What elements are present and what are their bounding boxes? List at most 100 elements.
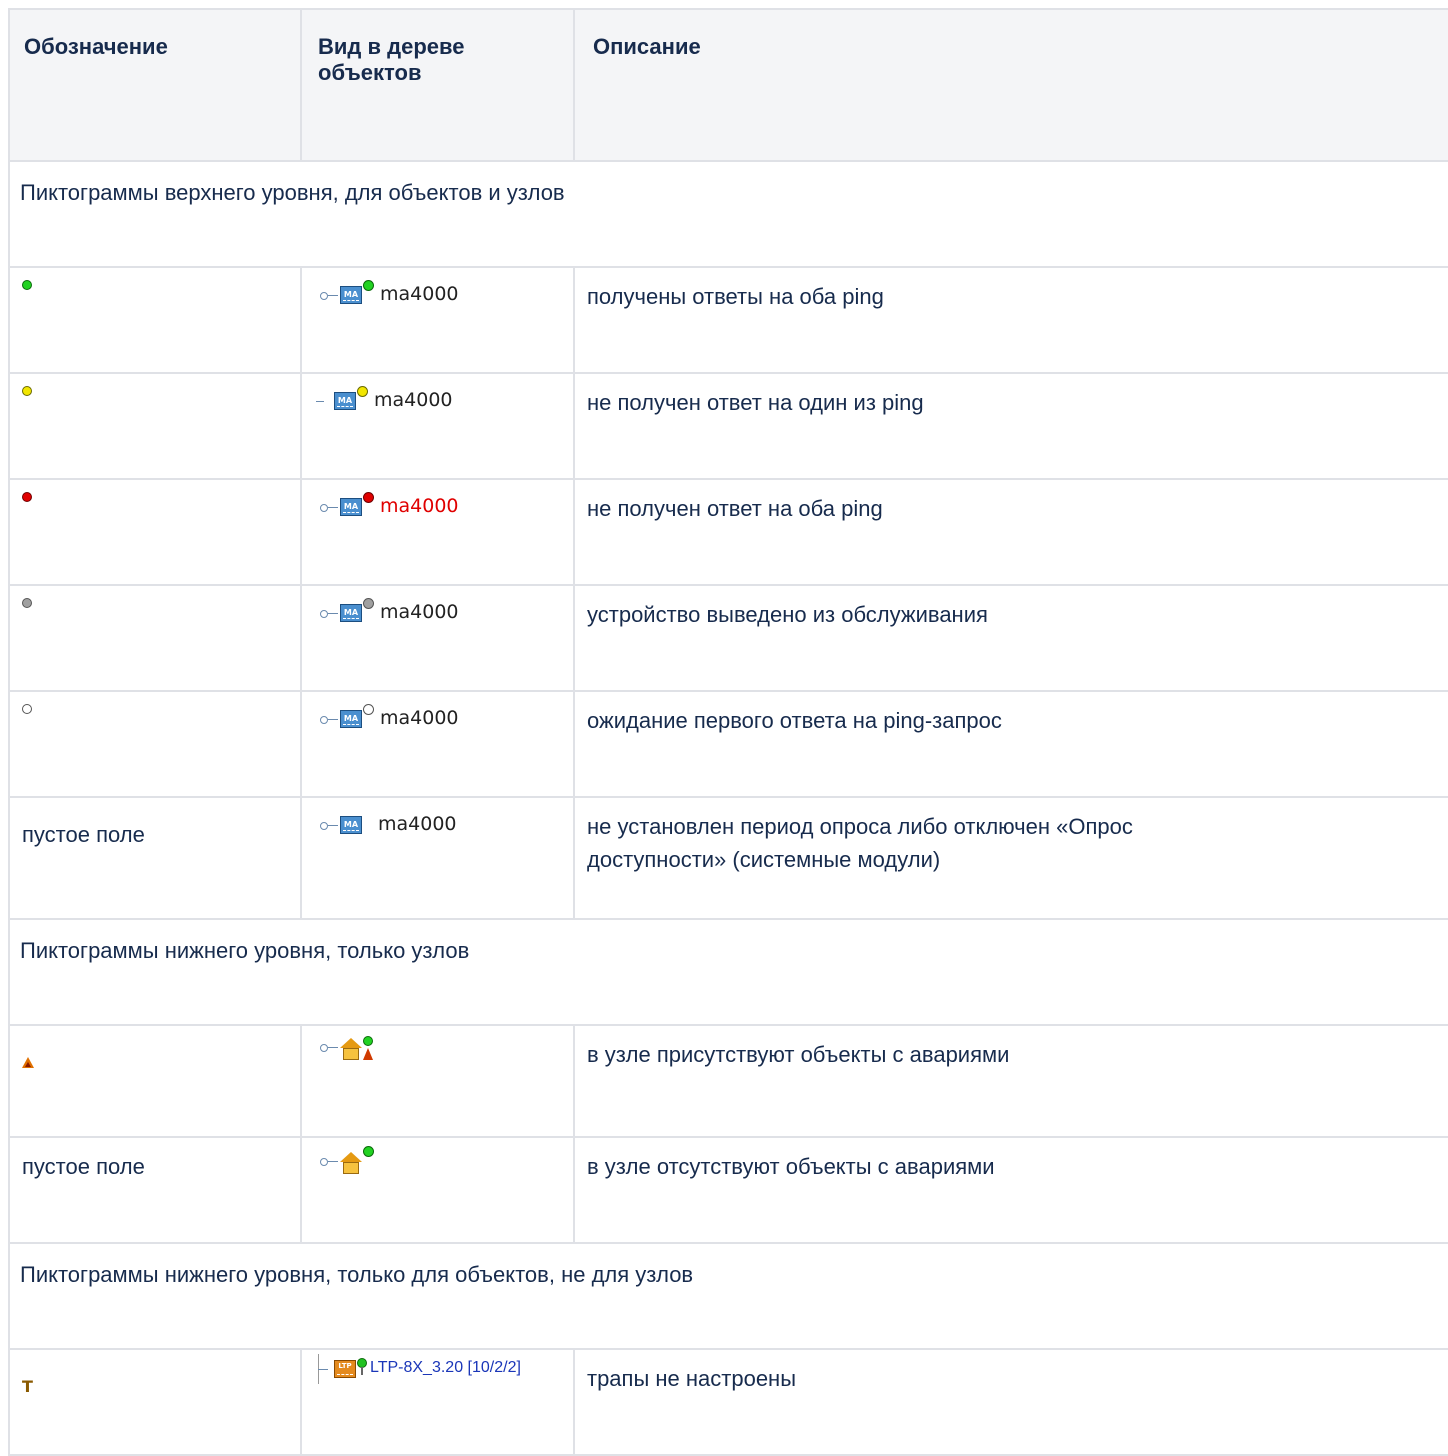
tree-node: MA ma4000 [318,280,459,316]
symbol-cell [8,1024,302,1138]
table-header-row: Обозначение Вид в дереве объектов Описани… [8,8,1448,162]
table-row: T LTP LTP-8X_3.20 [10/2/2] трапы не наст… [8,1348,1448,1456]
tree-cell: MA ma4000 [300,584,575,692]
yellow-dot-icon [22,386,32,396]
white-dot-icon [22,704,32,714]
ma-device-icon: MA [340,710,362,728]
table-row: MA ma4000 не получен ответ на оба ping [8,478,1448,586]
tree-node [318,1036,373,1068]
section-row-objects: Пиктограммы нижнего уровня, только для о… [8,1242,1448,1350]
symbol-cell [8,266,302,374]
ma-device-icon: MA [334,392,356,410]
green-dot-icon [22,280,32,290]
symbol-cell [8,690,302,798]
green-status-icon [363,1146,374,1157]
description-cell: не получен ответ на один из ping [573,372,1448,480]
gray-dot-icon [22,598,32,608]
ma-device-icon: MA [340,604,362,622]
symbol-cell: T [8,1348,302,1456]
alarm-status-icon [363,1036,373,1062]
table-row: MA ma4000 получены ответы на оба ping [8,266,1448,374]
header-tree-view: Вид в дереве объектов [300,8,575,162]
section-row-nodes: Пиктограммы нижнего уровня, только узлов [8,918,1448,1026]
tree-node-label: ma4000 [380,601,459,623]
description-cell: в узле присутствуют объекты с авариями [573,1024,1448,1138]
description-cell: устройство выведено из обслуживания [573,584,1448,692]
empty-field-label: пустое поле [22,822,145,847]
symbol-cell [8,372,302,480]
section-title: Пиктограммы нижнего уровня, только для о… [8,1242,1448,1350]
description-cell: трапы не настроены [573,1348,1448,1456]
white-status-icon [363,704,374,715]
tree-node-label: LTP-8X_3.20 [10/2/2] [370,1359,521,1376]
tree-connector-icon [318,284,340,304]
symbol-cell: пустое поле [8,796,302,920]
tree-node-label: ma4000 [380,707,459,729]
legend-table: Обозначение Вид в дереве объектов Описани… [8,8,1448,1456]
tree-connector-icon [318,1036,340,1056]
table-row: MA ma4000 ожидание первого ответа на pin… [8,690,1448,798]
tree-cell: MA ma4000 [300,796,575,920]
tree-connector-icon [318,602,340,622]
trap-t-icon: T [22,1377,33,1396]
description-cell: получены ответы на оба ping [573,266,1448,374]
description-cell: ожидание первого ответа на ping-запрос [573,690,1448,798]
tree-connector-icon [318,496,340,516]
gray-status-icon [363,598,374,609]
empty-field-label: пустое поле [22,1154,145,1179]
header-description: Описание [573,8,1448,162]
house-node-icon [340,1038,362,1060]
tree-node: MA ma4000 [318,598,459,634]
tree-node-label: ma4000 [380,495,459,517]
description-cell: в узле отсутствуют объекты с авариями [573,1136,1448,1244]
ma-device-icon: MA [340,286,362,304]
header-tree-view-line1: Вид в дереве [318,34,465,59]
tree-node [318,1146,374,1182]
tree-connector-icon [318,1150,340,1170]
tree-node-label: ma4000 [380,283,459,305]
symbol-cell [8,478,302,586]
tree-node-label: ma4000 [378,813,457,835]
tree-cell: MA ma4000 [300,372,575,480]
tree-node: MA ma4000 [312,386,453,422]
tree-cell: MA ma4000 [300,266,575,374]
tree-connector-icon [318,814,340,834]
section-title: Пиктограммы нижнего уровня, только узлов [8,918,1448,1026]
header-tree-view-line2: объектов [318,60,422,85]
tree-connector-icon [318,1354,334,1384]
ma-device-icon: MA [340,816,362,834]
tree-cell [300,1024,575,1138]
tree-connector-icon [312,390,334,410]
tree-connector-icon [318,708,340,728]
red-status-icon [363,492,374,503]
yellow-status-icon [357,386,368,397]
tree-node: MA ma4000 [318,704,459,740]
header-designation: Обозначение [8,8,302,162]
tree-node: LTP LTP-8X_3.20 [10/2/2] [318,1354,521,1390]
tree-cell: MA ma4000 [300,478,575,586]
table-row: MA ma4000 не получен ответ на один из pi… [8,372,1448,480]
tree-cell: MA ma4000 [300,690,575,798]
table-row: пустое поле в узле отсутствуют объекты с… [8,1136,1448,1244]
green-status-icon [363,280,374,291]
green-status-icon [357,1358,367,1378]
tree-cell [300,1136,575,1244]
table-row: пустое поле MA ma4000 не установлен пери… [8,796,1448,920]
ma-device-icon: MA [340,498,362,516]
alarm-triangle-icon [22,1057,34,1068]
tree-node: MA ma4000 [318,492,459,528]
section-row-top-level: Пиктограммы верхнего уровня, для объекто… [8,160,1448,268]
ltp-device-icon: LTP [334,1360,356,1378]
tree-node-label: ma4000 [374,389,453,411]
tree-node: MA ma4000 [318,814,457,846]
section-title: Пиктограммы верхнего уровня, для объекто… [8,160,1448,268]
symbol-cell: пустое поле [8,1136,302,1244]
tree-cell: LTP LTP-8X_3.20 [10/2/2] [300,1348,575,1456]
symbol-cell [8,584,302,692]
description-cell: не получен ответ на оба ping [573,478,1448,586]
description-cell: не установлен период опроса либо отключе… [573,796,1448,920]
house-node-icon [340,1152,362,1174]
table-row: в узле присутствуют объекты с авариями [8,1024,1448,1138]
red-dot-icon [22,492,32,502]
table-row: MA ma4000 устройство выведено из обслужи… [8,584,1448,692]
